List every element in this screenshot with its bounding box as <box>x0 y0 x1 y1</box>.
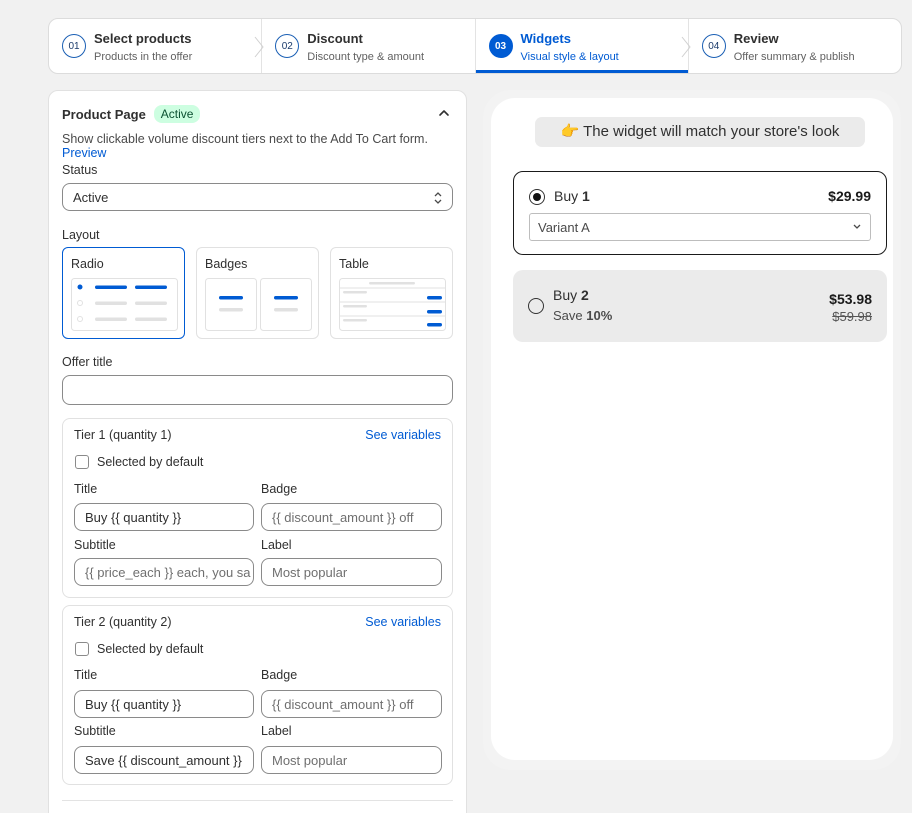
bundle-option-2[interactable]: Buy 2 Save 10% $53.98 $59.98 <box>513 270 887 342</box>
tier-label-input[interactable]: Most popular <box>261 746 442 774</box>
layout-options: Radio Badges Table <box>62 247 453 339</box>
tier-title-input[interactable]: Buy {{ quantity }} <box>74 690 254 718</box>
chevron-separator-icon <box>254 36 264 58</box>
radio-selected-icon[interactable] <box>529 189 545 205</box>
tier-1-panel: Tier 1 (quantity 1) See variables Select… <box>62 418 453 598</box>
selected-by-default-label: Selected by default <box>97 455 204 469</box>
tier-badge-input[interactable]: {{ discount_amount }} off <box>261 690 442 718</box>
layout-option-badges[interactable]: Badges <box>196 247 319 339</box>
radio-layout-preview-icon <box>71 278 178 331</box>
option-title: Buy 1 <box>554 188 590 204</box>
variant-select-value: Variant A <box>538 220 590 235</box>
divider <box>62 800 453 801</box>
step-title: Select products <box>94 31 192 46</box>
step-title: Discount <box>307 31 363 46</box>
see-variables-link[interactable]: See variables <box>365 615 441 629</box>
step-title: Review <box>733 31 779 46</box>
label-label: Label <box>261 538 292 552</box>
widget-preview-screen: 👉 The widget will match your store's loo… <box>491 98 893 760</box>
layout-option-label: Radio <box>71 257 104 271</box>
status-label: Status <box>62 163 98 177</box>
see-variables-link[interactable]: See variables <box>365 428 441 442</box>
badges-layout-preview-icon <box>205 278 312 331</box>
step-select-products[interactable]: 01 Select products Products in the offer <box>49 19 261 73</box>
chevron-up-icon[interactable] <box>436 105 452 121</box>
compare-at-price: $59.98 <box>832 309 872 324</box>
stepper: 01 Select products Products in the offer… <box>48 18 902 74</box>
card-description: Show clickable volume discount tiers nex… <box>62 132 466 160</box>
option-price: $53.98 <box>829 291 872 307</box>
step-title: Widgets <box>520 31 571 46</box>
save-percent: 10% <box>586 308 613 323</box>
buy-quantity: 1 <box>582 188 590 204</box>
step-number: 04 <box>701 34 726 58</box>
status-select[interactable]: Active <box>62 183 453 211</box>
step-number: 01 <box>62 34 86 58</box>
tier-2-panel: Tier 2 (quantity 2) See variables Select… <box>62 605 453 785</box>
description-text: Show clickable volume discount tiers nex… <box>62 132 428 146</box>
option-title: Buy 2 <box>553 287 589 303</box>
table-layout-preview-icon <box>339 278 446 331</box>
offer-title-input[interactable] <box>62 375 453 405</box>
variant-select[interactable]: Variant A <box>529 213 871 241</box>
tier-subtitle-input[interactable]: {{ price_each }} each, you sa <box>74 558 254 586</box>
title-label: Title <box>74 482 98 496</box>
chevron-down-icon <box>853 224 861 229</box>
bundle-option-1[interactable]: Buy 1 $29.99 Variant A <box>513 171 887 255</box>
buy-text: Buy <box>553 287 578 303</box>
step-number: 02 <box>275 34 300 58</box>
layout-label: Layout <box>62 228 100 242</box>
step-subtitle: Visual style & layout <box>520 51 619 63</box>
save-text: Save <box>553 308 583 323</box>
badge-label: Badge <box>261 482 298 496</box>
select-arrows-icon <box>434 192 442 204</box>
option-price: $29.99 <box>828 188 871 204</box>
step-subtitle: Offer summary & publish <box>733 51 855 63</box>
radio-unselected-icon[interactable] <box>528 298 544 314</box>
layout-option-label: Table <box>339 257 369 271</box>
tier-heading: Tier 2 (quantity 2) <box>74 615 172 629</box>
tier-badge-input[interactable]: {{ discount_amount }} off <box>261 503 442 531</box>
layout-option-radio[interactable]: Radio <box>62 247 185 339</box>
subtitle-label: Subtitle <box>74 724 116 738</box>
subtitle-label: Subtitle <box>74 538 116 552</box>
selected-by-default-checkbox[interactable] <box>75 642 89 656</box>
tier-title-input[interactable]: Buy {{ quantity }} <box>74 503 254 531</box>
status-select-value: Active <box>73 190 109 205</box>
step-widgets[interactable]: 03 Widgets Visual style & layout <box>474 19 689 73</box>
option-savings: Save 10% <box>553 308 612 323</box>
tier-label-input[interactable]: Most popular <box>261 558 442 586</box>
preview-link[interactable]: Preview <box>62 146 106 160</box>
step-subtitle: Discount type & amount <box>307 51 425 63</box>
status-badge: Active <box>153 105 201 123</box>
step-discount[interactable]: 02 Discount Discount type & amount <box>254 19 474 73</box>
badge-label: Badge <box>261 668 298 682</box>
buy-text: Buy <box>554 188 579 204</box>
buy-quantity: 2 <box>581 287 589 303</box>
step-subtitle: Products in the offer <box>94 51 193 63</box>
label-label: Label <box>261 724 292 738</box>
tier-heading: Tier 1 (quantity 1) <box>74 428 172 442</box>
step-number: 03 <box>488 34 513 58</box>
product-page-card: Product Page Active Show clickable volum… <box>48 90 467 813</box>
widget-preview-frame: 👉 The widget will match your store's loo… <box>483 90 901 770</box>
tier-subtitle-input[interactable]: Save {{ discount_amount }} <box>74 746 254 774</box>
layout-option-table[interactable]: Table <box>330 247 453 339</box>
step-review[interactable]: 04 Review Offer summary & publish <box>681 19 901 73</box>
chevron-separator-icon <box>681 36 691 58</box>
layout-option-label: Badges <box>205 257 248 271</box>
selected-by-default-label: Selected by default <box>97 642 204 656</box>
title-label: Title <box>74 668 98 682</box>
offer-title-label: Offer title <box>62 355 113 369</box>
selected-by-default-checkbox[interactable] <box>75 455 89 469</box>
card-title: Product Page <box>62 106 146 122</box>
store-look-notice: 👉 The widget will match your store's loo… <box>535 117 865 147</box>
